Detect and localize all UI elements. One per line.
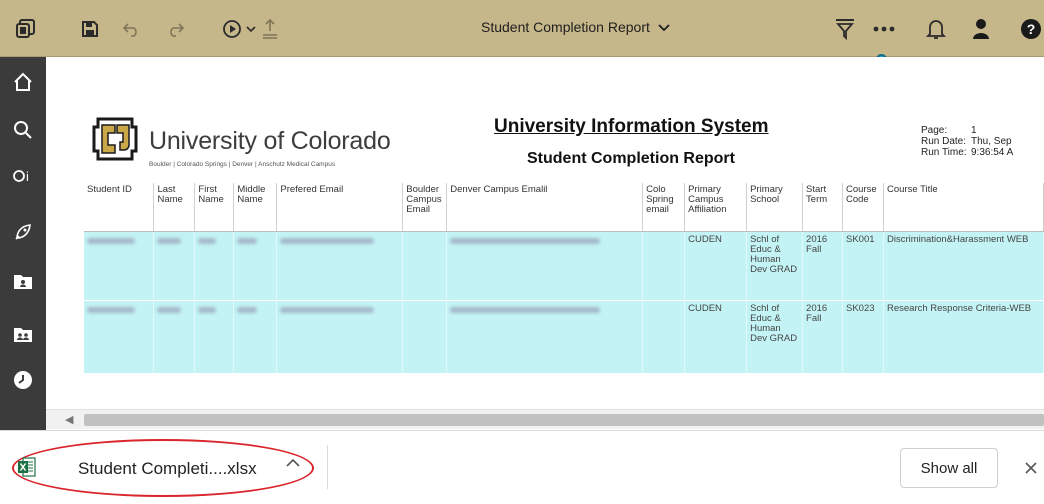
run-time-label: Run Time: [921, 147, 967, 158]
course-code-cell: SK023 [842, 299, 884, 373]
more-options-icon[interactable] [872, 17, 896, 41]
svg-text:i: i [26, 169, 29, 183]
cu-logo-icon [92, 117, 138, 161]
col-denver-email[interactable]: Denver Campus Emalil [446, 183, 644, 232]
run-date-value: Thu, Sep [971, 136, 1012, 147]
help-icon[interactable]: ? [1018, 17, 1044, 41]
team-content-folder-icon[interactable] [0, 319, 46, 349]
report-viewer: University of Colorado Boulder | Colorad… [46, 57, 1044, 430]
redacted-cell [446, 231, 644, 300]
table-header-row: Student ID Last Name First Name Middle N… [84, 183, 1044, 232]
col-start-term[interactable]: Start Term [802, 183, 843, 232]
run-date-label: Run Date: [921, 136, 967, 147]
redo-icon[interactable] [163, 17, 187, 41]
redacted-cell [402, 231, 448, 300]
divider [327, 445, 328, 489]
col-course-code[interactable]: Course Code [842, 183, 884, 232]
col-colo-spring-email[interactable]: Colo Spring email [642, 183, 686, 232]
chevron-up-icon[interactable] [286, 455, 300, 473]
report-title-label: Student Completion Report [481, 19, 650, 35]
top-toolbar: Student Completion Report ? [0, 0, 1044, 57]
run-time-value: 9:36:54 A [971, 147, 1014, 158]
col-primary-campus[interactable]: Primary Campus Affiliation [684, 183, 748, 232]
share-icon[interactable] [258, 17, 282, 41]
course-code-cell: SK001 [842, 231, 884, 300]
undo-icon[interactable] [120, 17, 144, 41]
download-file-name[interactable]: Student Completi....xlsx [78, 459, 257, 479]
redacted-cell [194, 299, 235, 373]
redacted-cell [153, 231, 196, 300]
university-name: University of Colorado [149, 127, 391, 155]
report-title-dropdown[interactable]: Student Completion Report [481, 19, 670, 35]
col-preferred-email[interactable]: Prefered Email [276, 183, 404, 232]
run-options-chevron-icon[interactable] [244, 17, 258, 41]
user-profile-icon[interactable] [969, 17, 993, 41]
my-content-folder-icon[interactable] [0, 266, 46, 296]
scrollbar-thumb[interactable] [84, 414, 1044, 426]
col-middle-name[interactable]: Middle Name [233, 183, 278, 232]
page-value: 1 [971, 125, 977, 136]
scroll-left-arrow-icon[interactable]: ◀ [65, 413, 73, 426]
col-last-name[interactable]: Last Name [153, 183, 196, 232]
primary-school-cell: Schl of Educ & Human Dev GRAD [746, 299, 804, 373]
save-icon[interactable] [78, 17, 102, 41]
page-label: Page: [921, 125, 948, 136]
show-all-button[interactable]: Show all [900, 448, 998, 488]
redacted-cell [233, 231, 278, 300]
report-title: Student Completion Report [527, 150, 735, 167]
notifications-bell-icon[interactable] [924, 17, 948, 41]
empty-cell [642, 231, 686, 300]
redacted-cell [402, 299, 448, 373]
svg-text:?: ? [1027, 21, 1036, 37]
horizontal-scrollbar[interactable]: ◀ [46, 409, 1044, 429]
primary-campus-cell: CUDEN [684, 299, 748, 373]
completion-table: Student ID Last Name First Name Middle N… [84, 183, 1044, 373]
table-row[interactable]: CUDEN Schl of Educ & Human Dev GRAD 2016… [84, 299, 1044, 373]
col-boulder-email[interactable]: Boulder Campus Email [402, 183, 448, 232]
table-row[interactable]: CUDEN Schl of Educ & Human Dev GRAD 2016… [84, 231, 1044, 300]
course-title-cell: Research Response Criteria-WEB [883, 299, 1044, 373]
university-campuses: Boulder | Colorado Springs | Denver | An… [149, 161, 336, 168]
start-term-cell: 2016 Fall [802, 231, 843, 300]
app-switch-icon[interactable] [14, 17, 38, 41]
close-icon[interactable] [1018, 453, 1044, 483]
col-primary-school[interactable]: Primary School [746, 183, 804, 232]
primary-campus-cell: CUDEN [684, 231, 748, 300]
download-bar: Student Completi....xlsx Show all [0, 430, 1044, 504]
redacted-cell [84, 231, 155, 300]
empty-cell [642, 299, 686, 373]
run-icon[interactable] [220, 17, 244, 41]
redacted-cell [276, 231, 404, 300]
col-course-title[interactable]: Course Title [883, 183, 1044, 232]
course-title-cell: Discrimination&Harassment WEB [883, 231, 1044, 300]
home-icon[interactable] [0, 67, 46, 97]
col-student-id[interactable]: Student ID [84, 183, 155, 232]
search-icon[interactable] [0, 115, 46, 145]
filter-icon[interactable] [833, 17, 857, 41]
redacted-cell [84, 299, 155, 373]
chevron-down-icon [658, 19, 670, 35]
system-title: University Information System [494, 116, 769, 137]
redacted-cell [233, 299, 278, 373]
redacted-cell [153, 299, 196, 373]
redacted-cell [276, 299, 404, 373]
start-term-cell: 2016 Fall [802, 299, 843, 373]
recent-icon[interactable] [0, 365, 46, 395]
redacted-cell [446, 299, 644, 373]
ai-assistant-icon[interactable]: i [0, 160, 46, 190]
excel-file-icon [18, 457, 36, 477]
report-meta: Page: 1 Run Date: Thu, Sep Run Time: 9:36:5… [921, 125, 1013, 158]
redacted-cell [194, 231, 235, 300]
col-first-name[interactable]: First Name [194, 183, 235, 232]
primary-school-cell: Schl of Educ & Human Dev GRAD [746, 231, 804, 300]
rocket-icon[interactable] [0, 217, 46, 247]
left-sidebar: i [0, 57, 46, 430]
